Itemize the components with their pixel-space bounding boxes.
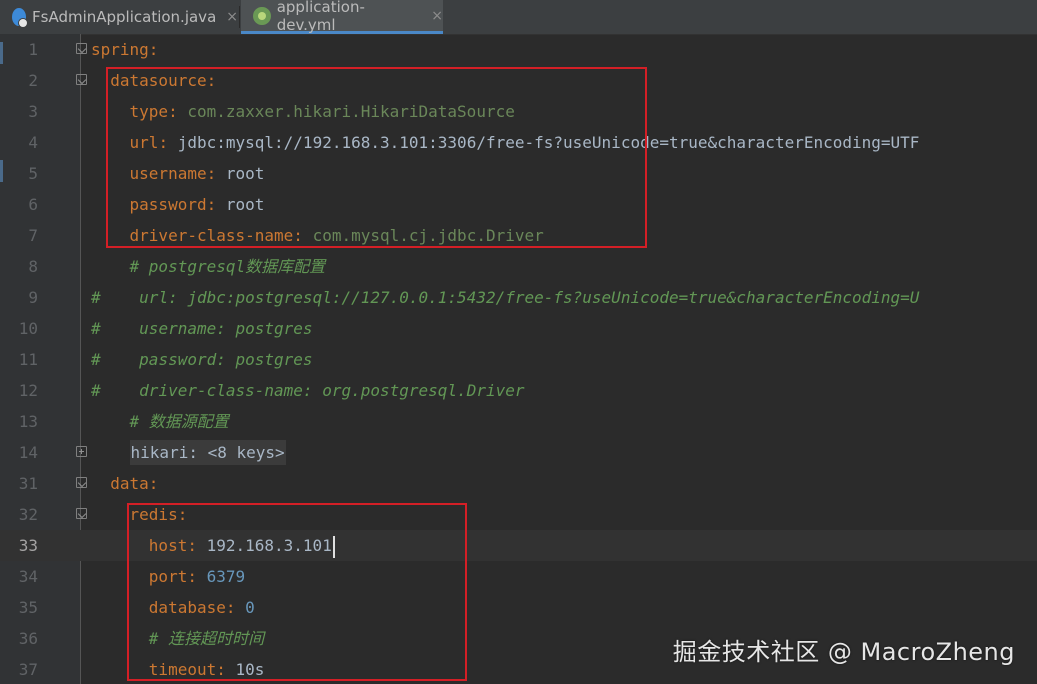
fold-collapse-icon[interactable] [76,508,87,519]
tab-fsadminapplication-java[interactable]: FsAdminApplication.java × [0,0,238,34]
yaml-comment: # 数据源配置 [129,412,229,431]
line-number: 10 [18,319,38,338]
code-line[interactable]: 10 # username: postgres [0,313,1037,344]
code-line[interactable]: 13 # 数据源配置 [0,406,1037,437]
yaml-comment: password: postgres [139,350,313,369]
datasource-highlight-box [106,67,647,248]
tab-application-dev-yml[interactable]: application-dev.yml × [241,0,443,34]
close-icon[interactable]: × [226,9,238,25]
spring-yaml-icon [253,6,271,25]
code-line[interactable]: 12 # driver-class-name: org.postgresql.D… [0,375,1037,406]
editor-tab-bar: FsAdminApplication.java × application-de… [0,0,1037,35]
line-number: 31 [18,474,38,493]
code-line[interactable]: 11 # password: postgres [0,344,1037,375]
line-number: 8 [28,257,38,276]
folded-region[interactable]: hikari: <8 keys> [129,440,286,465]
redis-highlight-box [127,503,467,681]
code-line[interactable]: 1 spring: [0,34,1037,65]
line-number: 3 [28,102,38,121]
line-number: 11 [18,350,38,369]
yaml-comment: url: jdbc:postgresql://127.0.0.1:5432/fr… [139,288,920,307]
tab-separator [239,6,240,28]
line-number: 5 [28,164,38,183]
code-line[interactable]: 31 data: [0,468,1037,499]
java-class-icon [12,8,28,28]
line-number: 4 [28,133,38,152]
yaml-comment: # postgresql数据库配置 [129,257,326,276]
watermark: 掘金技术社区 @ MacroZheng [672,638,1015,666]
fold-expand-icon[interactable] [76,446,87,457]
line-number: 34 [18,567,38,586]
line-number: 37 [18,660,38,679]
code-line[interactable]: 9 # url: jdbc:postgresql://127.0.0.1:543… [0,282,1037,313]
fold-collapse-icon[interactable] [76,74,87,85]
tab-label: FsAdminApplication.java [32,8,217,26]
fold-collapse-icon[interactable] [76,477,87,488]
line-number: 36 [18,629,38,648]
code-line[interactable]: 8 # postgresql数据库配置 [0,251,1037,282]
line-number: 1 [28,40,38,59]
line-number: 14 [18,443,38,462]
line-number: 13 [18,412,38,431]
yaml-key: spring: [91,40,159,59]
ide-editor-window: FsAdminApplication.java × application-de… [0,0,1037,684]
line-number: 33 [18,536,38,555]
line-number: 2 [28,71,38,90]
line-number: 7 [28,226,38,245]
line-number: 35 [18,598,38,617]
fold-collapse-icon[interactable] [76,43,87,54]
code-line[interactable]: 14 hikari: <8 keys> [0,437,1037,468]
line-number: 9 [28,288,38,307]
line-number: 32 [18,505,38,524]
line-number: 6 [28,195,38,214]
yaml-comment: username: postgres [139,319,313,338]
yaml-key: data: [110,474,159,493]
line-number: 12 [18,381,38,400]
tab-label: application-dev.yml [276,0,365,34]
close-icon[interactable]: × [431,8,443,24]
yaml-comment: driver-class-name: org.postgresql.Driver [139,381,525,400]
